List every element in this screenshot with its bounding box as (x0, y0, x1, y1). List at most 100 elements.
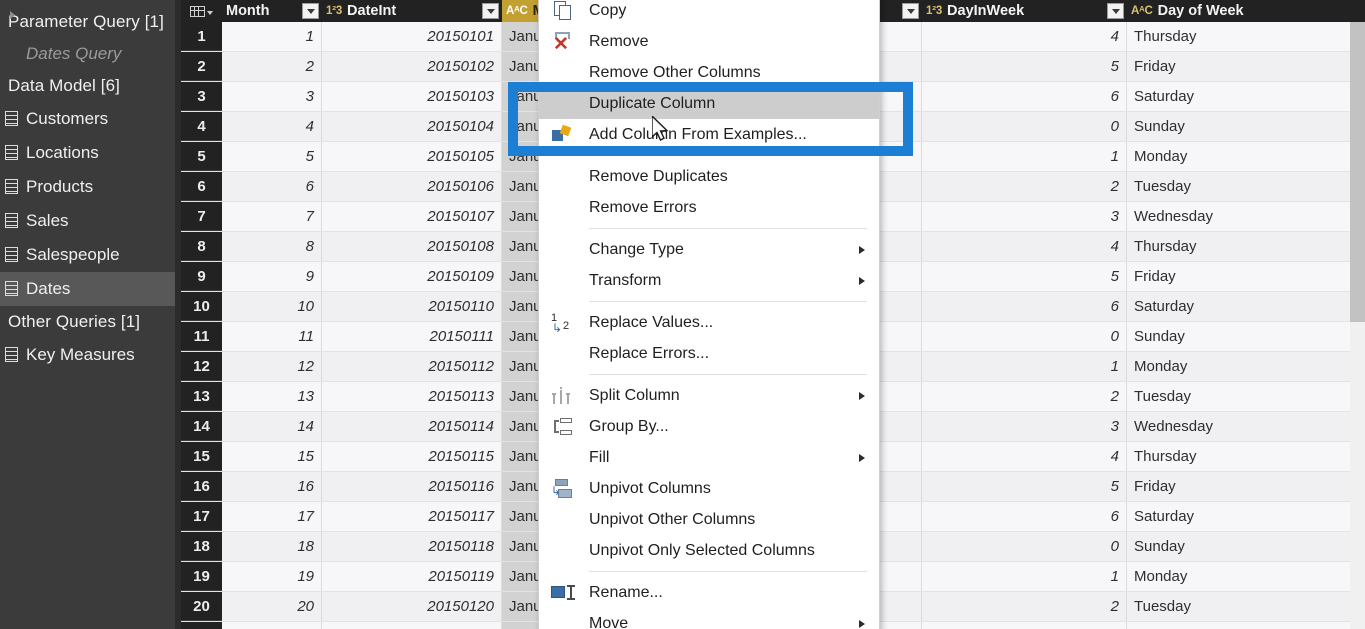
table-cell[interactable]: 6 (922, 502, 1127, 531)
table-cell[interactable]: 2 (922, 172, 1127, 201)
menu-item-unpivot-other-columns[interactable]: Unpivot Other Columns (539, 504, 879, 535)
sidebar-group-0[interactable]: Parameter Query [1] (0, 6, 175, 38)
table-cell[interactable]: 14 (222, 412, 322, 441)
table-cell[interactable]: 3 (222, 82, 322, 111)
table-cell[interactable]: 5 (222, 142, 322, 171)
table-cell[interactable]: 16 (222, 472, 322, 501)
column-header-dayinweek[interactable]: 1²3 DayInWeek (922, 0, 1127, 22)
table-cell[interactable]: 13 (222, 382, 322, 411)
menu-item-transform[interactable]: Transform (539, 265, 879, 296)
table-cell[interactable]: 15 (222, 442, 322, 471)
table-cell[interactable]: 20150114 (322, 412, 502, 441)
table-cell[interactable]: 20150108 (322, 232, 502, 261)
table-cell[interactable]: Thursday (1127, 442, 1365, 471)
table-cell[interactable]: 11 (222, 322, 322, 351)
table-cell[interactable]: 4 (922, 22, 1127, 51)
table-cell[interactable]: 2 (222, 52, 322, 81)
table-cell[interactable]: Thursday (1127, 22, 1365, 51)
table-cell[interactable]: 20150119 (322, 562, 502, 591)
table-cell[interactable]: 6 (922, 292, 1127, 321)
table-cell[interactable]: Friday (1127, 262, 1365, 291)
table-cell[interactable]: Friday (1127, 52, 1365, 81)
table-cell[interactable]: 20150106 (322, 172, 502, 201)
vertical-scrollbar[interactable] (1350, 22, 1365, 629)
table-cell[interactable]: 20150113 (322, 382, 502, 411)
table-cell[interactable]: 1 (922, 352, 1127, 381)
table-cell[interactable]: 20150109 (322, 262, 502, 291)
table-cell[interactable]: 7 (222, 202, 322, 231)
table-cell[interactable]: 2 (922, 382, 1127, 411)
menu-item-remove[interactable]: ✕ Remove (539, 26, 879, 57)
table-cell[interactable]: 2 (922, 592, 1127, 621)
sidebar-item-salespeople[interactable]: Salespeople (0, 238, 175, 272)
select-all-cell[interactable] (181, 0, 222, 22)
column-filter-dropdown-icon[interactable] (902, 3, 919, 19)
table-cell[interactable]: 20150115 (322, 442, 502, 471)
sidebar-item-key-measures[interactable]: Key Measures (0, 338, 175, 372)
table-cell[interactable]: Tuesday (1127, 382, 1365, 411)
table-cell[interactable]: 21 (222, 622, 322, 629)
table-cell[interactable]: 9 (222, 262, 322, 291)
table-cell[interactable]: Tuesday (1127, 592, 1365, 621)
menu-item-remove-duplicates[interactable]: Remove Duplicates (539, 161, 879, 192)
column-header-dateint[interactable]: 1²3 DateInt (322, 0, 502, 22)
table-cell[interactable]: Monday (1127, 562, 1365, 591)
scrollbar-thumb[interactable] (1350, 22, 1365, 322)
column-filter-dropdown-icon[interactable] (302, 3, 319, 19)
table-cell[interactable]: Wednesday (1127, 412, 1365, 441)
menu-item-fill[interactable]: Fill (539, 442, 879, 473)
table-cell[interactable]: 3 (922, 412, 1127, 441)
menu-item-split-column[interactable]: Split Column (539, 380, 879, 411)
menu-item-remove-other-columns[interactable]: Remove Other Columns (539, 57, 879, 88)
menu-item-copy[interactable]: Copy (539, 0, 879, 26)
table-cell[interactable]: 6 (222, 172, 322, 201)
table-cell[interactable]: Sunday (1127, 112, 1365, 141)
table-cell[interactable]: 1 (922, 562, 1127, 591)
table-cell[interactable]: 8 (222, 232, 322, 261)
table-cell[interactable]: 20150102 (322, 52, 502, 81)
sidebar-group-2[interactable]: Data Model [6] (0, 70, 175, 102)
table-cell[interactable]: 20150101 (322, 22, 502, 51)
table-cell[interactable]: 20150107 (322, 202, 502, 231)
table-cell[interactable]: 0 (922, 532, 1127, 561)
column-filter-dropdown-icon[interactable] (482, 3, 499, 19)
table-cell[interactable]: Wednesday (1127, 202, 1365, 231)
menu-item-replace-values[interactable]: 1 ↳ 2 Replace Values... (539, 307, 879, 338)
table-cell[interactable]: 20150120 (322, 592, 502, 621)
table-cell[interactable]: 4 (922, 232, 1127, 261)
sidebar-group-9[interactable]: Other Queries [1] (0, 306, 175, 338)
table-cell[interactable]: Thursday (1127, 232, 1365, 261)
menu-item-unpivot-only-selected-columns[interactable]: Unpivot Only Selected Columns (539, 535, 879, 566)
table-cell[interactable]: 4 (922, 442, 1127, 471)
table-cell[interactable]: Saturday (1127, 82, 1365, 111)
menu-item-unpivot-columns[interactable]: ↳ Unpivot Columns (539, 473, 879, 504)
sidebar-item-locations[interactable]: Locations (0, 136, 175, 170)
table-cell[interactable]: Sunday (1127, 532, 1365, 561)
menu-item-move[interactable]: Move (539, 608, 879, 629)
table-cell[interactable]: Friday (1127, 472, 1365, 501)
table-cell[interactable]: 17 (222, 502, 322, 531)
column-header-day-of-week[interactable]: AᴬC Day of Week (1127, 0, 1365, 22)
table-cell[interactable]: 5 (922, 52, 1127, 81)
table-cell[interactable]: 1 (222, 22, 322, 51)
column-filter-dropdown-icon[interactable] (1107, 3, 1124, 19)
table-cell[interactable]: 20150110 (322, 292, 502, 321)
table-cell[interactable]: Saturday (1127, 292, 1365, 321)
column-header-month[interactable]: Month (222, 0, 322, 22)
sidebar-item-customers[interactable]: Customers (0, 102, 175, 136)
table-cell[interactable]: 0 (922, 322, 1127, 351)
table-cell[interactable]: 3 (922, 622, 1127, 629)
table-cell[interactable]: 5 (922, 262, 1127, 291)
table-cell[interactable]: 20150111 (322, 322, 502, 351)
table-cell[interactable]: 1 (922, 142, 1127, 171)
menu-item-replace-errors[interactable]: Replace Errors... (539, 338, 879, 369)
sidebar-subitem-1[interactable]: Dates Query (0, 11, 175, 70)
menu-item-remove-errors[interactable]: Remove Errors (539, 192, 879, 223)
column-context-menu[interactable]: Copy ✕ Remove Remove Other Columns Duplicate… (538, 0, 880, 629)
menu-item-add-column-from-examples[interactable]: Add Column From Examples... (539, 119, 879, 150)
menu-item-rename[interactable]: Rename... (539, 577, 879, 608)
table-cell[interactable]: 10 (222, 292, 322, 321)
menu-item-duplicate-column[interactable]: Duplicate Column (539, 88, 879, 119)
table-cell[interactable]: 5 (922, 472, 1127, 501)
table-cell[interactable]: 20150103 (322, 82, 502, 111)
